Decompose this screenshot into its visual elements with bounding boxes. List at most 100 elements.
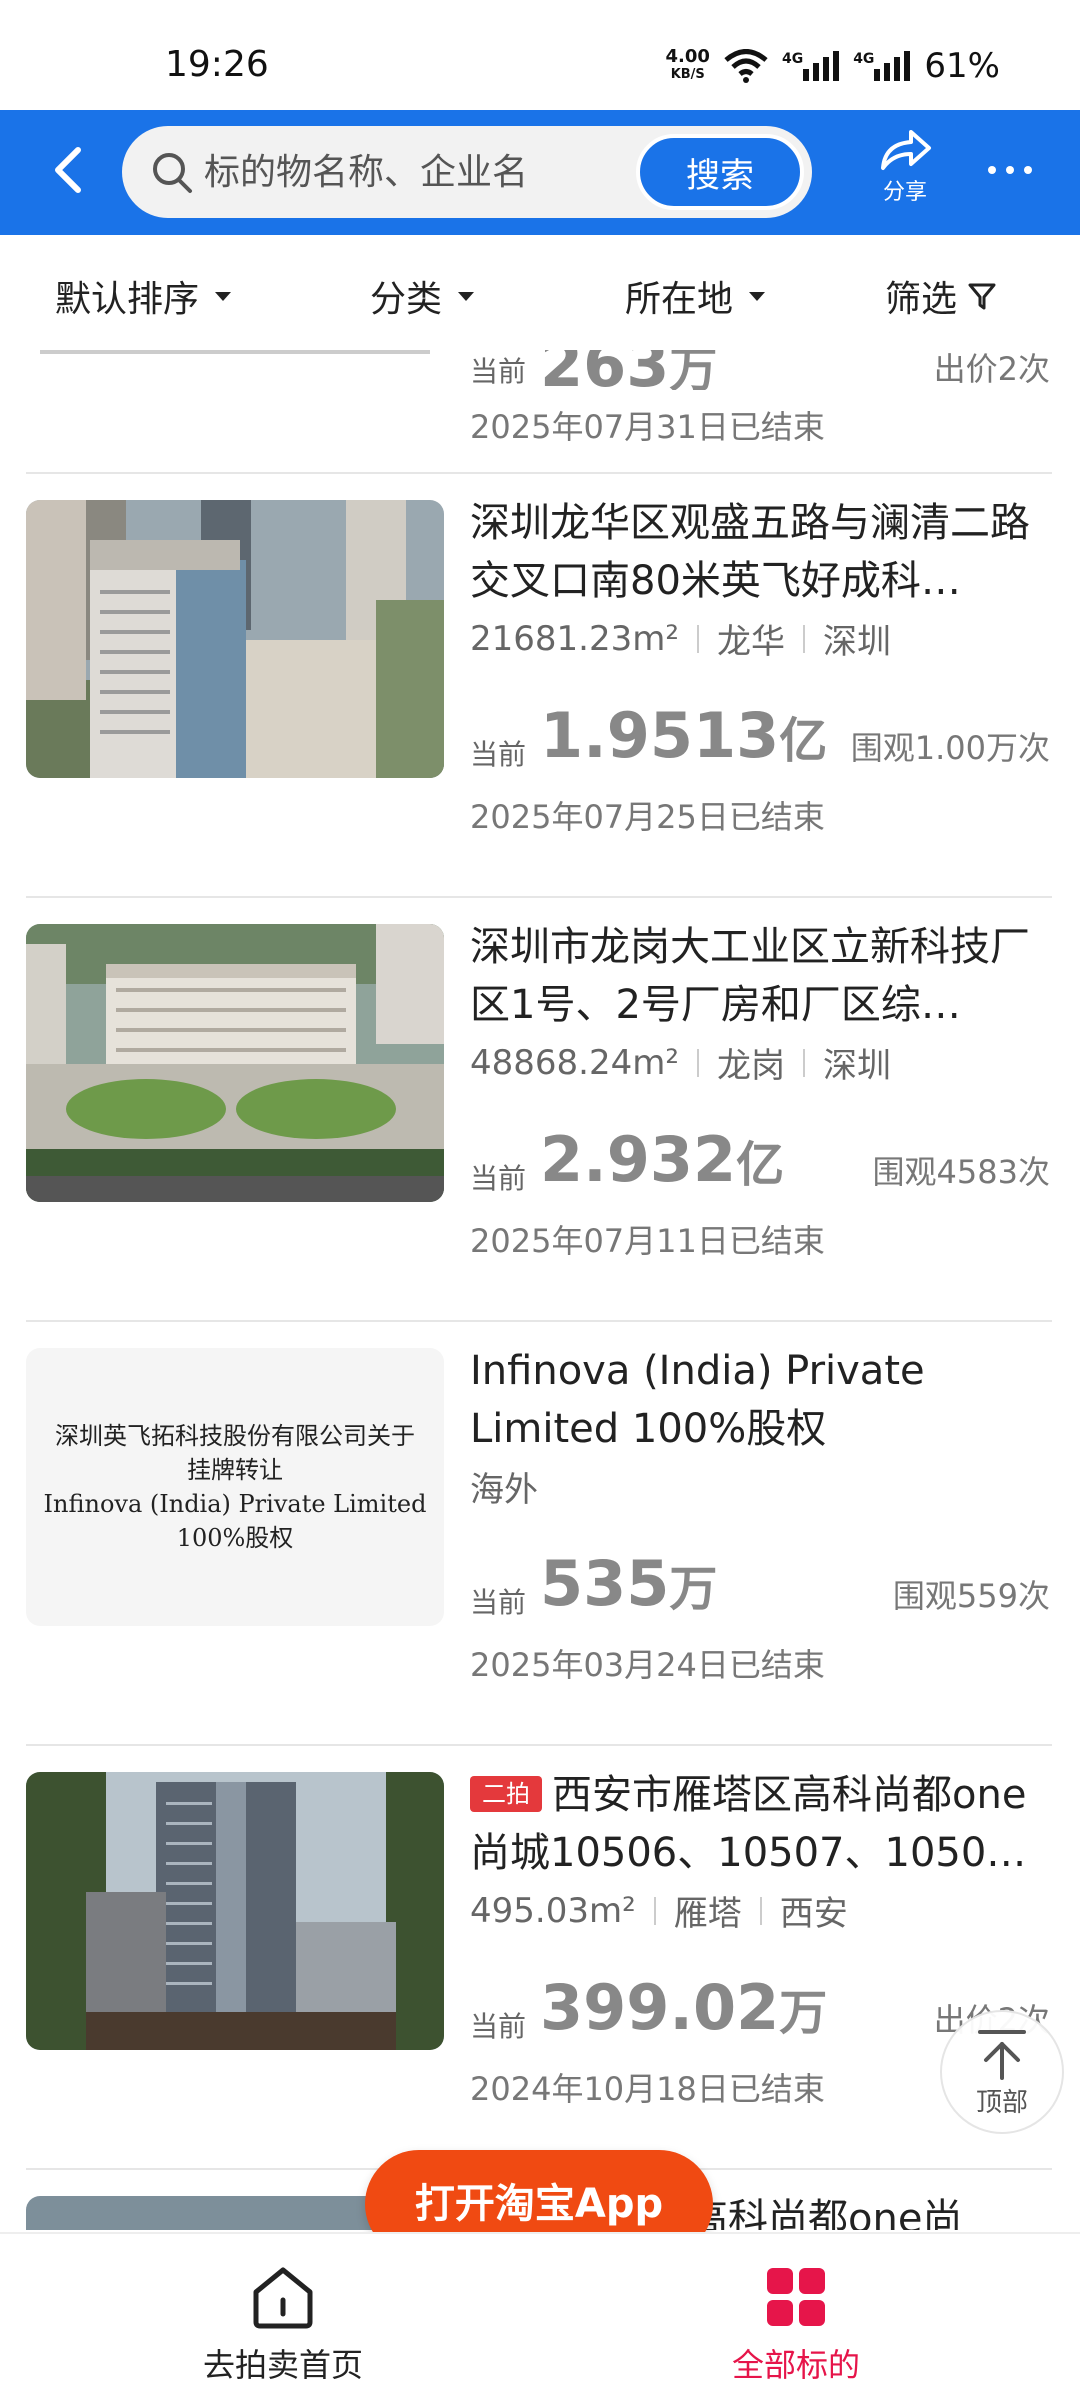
- item-title[interactable]: 二拍 西安市雁塔区高科尚都one尚城10506、10507、1050…: [470, 1766, 1050, 1882]
- item-meta: 495.03m² 雁塔 西安: [470, 1886, 1050, 1935]
- item-info: Infinova (India) Private Limited 100%股权 …: [470, 1342, 1050, 1511]
- list-item-partial[interactable]: 当前 263万 出价2次 2025年07月31日已结束: [0, 350, 1080, 475]
- search-button[interactable]: 搜索: [636, 134, 804, 210]
- search-input[interactable]: [204, 140, 524, 204]
- filter-location[interactable]: 所在地: [625, 270, 766, 322]
- item-city: 深圳: [822, 1046, 891, 1086]
- price-unit: 亿: [779, 713, 828, 769]
- price-row: 当前 1.9513亿 围观1.00万次: [470, 699, 1050, 779]
- net-speed: 4.00 KB/S: [666, 48, 710, 84]
- net-speed-unit: KB/S: [670, 67, 705, 82]
- item-area: 495.03m²: [470, 1890, 636, 1931]
- share-button[interactable]: 分享: [870, 126, 940, 216]
- item-district: 龙岗: [716, 1046, 785, 1086]
- filter-location-label: 所在地: [625, 279, 734, 320]
- price-label: 当前: [470, 2010, 527, 2043]
- price-row: 当前 263万 出价2次: [470, 350, 1050, 390]
- filter-more-label: 筛选: [885, 279, 958, 320]
- list-item[interactable]: 深圳市龙岗大工业区立新科技厂区1号、2号厂房和厂区综… 48868.24m² 龙…: [0, 898, 1080, 1320]
- item-title[interactable]: 深圳龙华区观盛五路与澜清二路交叉口南80米英飞好成科…: [470, 494, 1050, 610]
- price-number: 535: [540, 1547, 670, 1620]
- arrow-up-icon: [978, 2030, 1026, 2080]
- back-arrow-icon[interactable]: [40, 140, 100, 200]
- thumbnail-text: 挂牌转让: [187, 1456, 283, 1484]
- scroll-to-top-label: 顶部: [975, 2088, 1028, 2118]
- grid-icon: [767, 2268, 825, 2326]
- list-item[interactable]: 深圳英飞拓科技股份有限公司关于 挂牌转让 Infinova (India) Pr…: [0, 1322, 1080, 1744]
- divider: [696, 1048, 699, 1077]
- views-count: 围观4583次: [872, 1153, 1050, 1191]
- net-type-1: 4G: [781, 51, 804, 67]
- item-district: 龙华: [716, 622, 785, 662]
- price-number: 399.02: [540, 1971, 780, 2044]
- price-unit: 亿: [736, 1137, 785, 1193]
- price-value: 263万: [540, 350, 717, 390]
- thumbnail-partial: [40, 350, 430, 354]
- end-date: 2025年03月24日已结束: [470, 1646, 825, 1684]
- filter-sort[interactable]: 默认排序: [55, 270, 232, 322]
- item-city: 西安: [779, 1894, 848, 1934]
- item-meta: 21681.23m² 龙华 深圳: [470, 614, 1050, 663]
- item-thumbnail-text: 深圳英飞拓科技股份有限公司关于 挂牌转让 Infinova (India) Pr…: [26, 1348, 444, 1626]
- list-item[interactable]: 二拍 西安市雁塔区高科尚都one尚城10506、10507、1050… 495.0…: [0, 1746, 1080, 2168]
- item-info: 深圳龙华区观盛五路与澜清二路交叉口南80米英飞好成科… 21681.23m² 龙…: [470, 494, 1050, 663]
- price-value: 399.02万: [540, 1971, 827, 2044]
- end-date: 2024年10月18日已结束: [470, 2070, 825, 2108]
- factory-photo-icon: [26, 924, 444, 1202]
- status-icons: 4.00 KB/S 4G 4G 61%: [666, 46, 1000, 86]
- item-area: 21681.23m²: [470, 618, 679, 659]
- status-time: 19:26: [165, 44, 269, 85]
- item-title[interactable]: Infinova (India) Private Limited 100%股权: [470, 1342, 1050, 1458]
- price-value: 2.932亿: [540, 1123, 784, 1196]
- end-date: 2025年07月25日已结束: [470, 798, 825, 836]
- signal-icon-1: 4G: [781, 51, 840, 81]
- views-count: 出价2次: [933, 350, 1050, 388]
- item-title-text: 西安市雁塔区高科尚都one尚城10506、10507、1050…: [470, 1772, 1027, 1876]
- scroll-to-top-button[interactable]: 顶部: [940, 2010, 1064, 2134]
- item-title[interactable]: 深圳市龙岗大工业区立新科技厂区1号、2号厂房和厂区综…: [470, 918, 1050, 1034]
- status-bar: 19:26 4.00 KB/S 4G 4G 61%: [0, 0, 1080, 110]
- filter-category[interactable]: 分类: [370, 270, 475, 322]
- nav-label: 全部标的: [731, 2346, 860, 2384]
- net-speed-value: 4.00: [665, 46, 710, 67]
- battery-level: 61%: [924, 46, 1000, 86]
- item-info: 深圳市龙岗大工业区立新科技厂区1号、2号厂房和厂区综… 48868.24m² 龙…: [470, 918, 1050, 1087]
- end-date: 2025年07月11日已结束: [470, 1222, 825, 1260]
- price-number: 1.9513: [540, 699, 780, 772]
- auction-list: 当前 263万 出价2次 2025年07月31日已结束 深圳龙华区观盛五路与澜清…: [0, 350, 1080, 2230]
- views-count: 围观1.00万次: [850, 729, 1050, 767]
- price-row: 当前 535万 围观559次: [470, 1547, 1050, 1627]
- item-city: 深圳: [822, 622, 891, 662]
- share-label: 分享: [882, 180, 927, 205]
- funnel-icon: [968, 283, 996, 310]
- item-district: 雁塔: [673, 1894, 742, 1934]
- price-label: 当前: [470, 1162, 527, 1195]
- item-region: 海外: [470, 1470, 538, 1510]
- more-options-button[interactable]: [980, 150, 1040, 190]
- price-number: 2.932: [540, 1123, 737, 1196]
- second-auction-badge: 二拍: [470, 1776, 542, 1812]
- price-value: 535万: [540, 1547, 717, 1620]
- price-row: 当前 2.932亿 围观4583次: [470, 1123, 1050, 1203]
- filter-more[interactable]: 筛选: [885, 270, 997, 322]
- dropdown-arrow-icon: [749, 291, 766, 301]
- search-box[interactable]: 搜索: [122, 126, 812, 218]
- filter-sort-label: 默认排序: [55, 279, 200, 320]
- wifi-icon: [724, 49, 768, 83]
- more-dot-icon: [988, 166, 996, 174]
- divider: [802, 624, 805, 653]
- price-number: 263: [540, 350, 670, 390]
- end-date: 2025年07月31日已结束: [470, 408, 825, 446]
- list-item[interactable]: 深圳龙华区观盛五路与澜清二路交叉口南80米英飞好成科… 21681.23m² 龙…: [0, 474, 1080, 896]
- nav-all-items[interactable]: 全部标的: [676, 2264, 916, 2386]
- search-icon: [153, 153, 192, 193]
- header-bar: 搜索 分享: [0, 110, 1080, 235]
- price-unit: 万: [669, 1561, 718, 1617]
- thumbnail-text: Infinova (India) Private Limited: [43, 1490, 427, 1518]
- home-icon: [253, 2267, 313, 2329]
- nav-auction-home[interactable]: 去拍卖首页: [163, 2264, 403, 2386]
- item-thumbnail: [26, 924, 444, 1202]
- thumbnail-text: 深圳英飞拓科技股份有限公司关于: [55, 1422, 415, 1450]
- more-dot-icon: [1024, 166, 1032, 174]
- more-dot-icon: [1006, 166, 1014, 174]
